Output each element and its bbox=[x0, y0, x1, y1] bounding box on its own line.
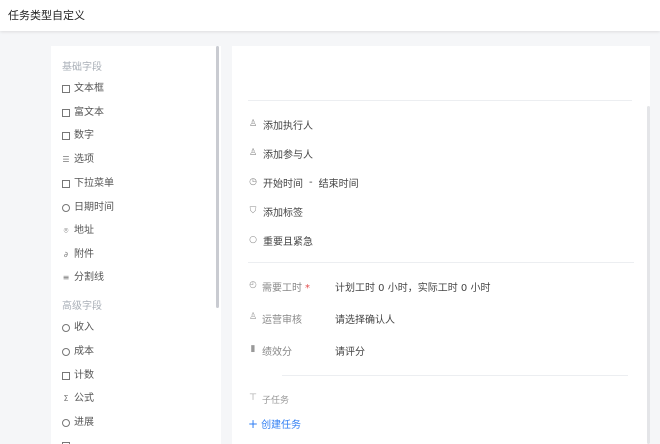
field-item-richtext[interactable]: 富文本 bbox=[62, 104, 104, 122]
review-label: 运营审核 bbox=[262, 315, 302, 326]
field-item-income[interactable]: 收入 bbox=[62, 319, 94, 337]
field-item-label: 附件 bbox=[74, 249, 94, 260]
dropdown-icon bbox=[62, 180, 70, 188]
end-time-label[interactable]: 结束时间 bbox=[319, 175, 359, 190]
subtask-label: 子任务 bbox=[262, 396, 290, 406]
panel-scrollbar[interactable] bbox=[647, 106, 650, 444]
richtext-icon bbox=[62, 109, 70, 117]
field-item-label: 富文本 bbox=[74, 107, 104, 118]
clock-icon: ◷ bbox=[249, 177, 257, 187]
sigma-icon: Σ bbox=[63, 394, 69, 403]
list-icon: ☰ bbox=[62, 155, 70, 164]
field-item-count[interactable]: 计数 bbox=[62, 367, 94, 385]
paperclip-icon: ∂ bbox=[63, 250, 69, 259]
score-input[interactable]: 请评分 bbox=[335, 343, 365, 358]
stopwatch-icon: ◴ bbox=[249, 280, 257, 290]
score-label: 绩效分 bbox=[262, 347, 292, 358]
work-hours-label: 需要工时 * bbox=[262, 283, 310, 294]
sidebar-scrollbar[interactable] bbox=[216, 46, 219, 308]
advanced-fields-heading: 高级字段 bbox=[62, 301, 102, 312]
field-item-label: 地址 bbox=[74, 225, 94, 236]
field-item-attachment[interactable]: ∂ 附件 bbox=[62, 246, 94, 264]
field-item-label: 收入 bbox=[74, 322, 94, 333]
person-icon: ♙ bbox=[248, 312, 258, 322]
field-item-address[interactable]: ⌾ 地址 bbox=[62, 222, 94, 240]
work-hours-value[interactable]: 计划工时 0 小时，实际工时 0 小时 bbox=[335, 279, 490, 294]
field-sidebar: 基础字段 文本框 富文本 数字 ☰ 选项 下拉菜单 日期时间 ⌾ 地址 ∂ 附件… bbox=[51, 46, 221, 444]
basic-fields-heading: 基础字段 bbox=[62, 62, 102, 73]
location-icon: ⌾ bbox=[63, 226, 69, 235]
field-item-options[interactable]: ☰ 选项 bbox=[62, 151, 94, 169]
add-assignee-row[interactable]: ♙ 添加执行人 bbox=[248, 116, 313, 132]
add-assignee-label: 添加执行人 bbox=[263, 120, 313, 132]
progress-icon bbox=[62, 419, 70, 427]
required-mark: * bbox=[305, 283, 310, 294]
add-participant-label: 添加参与人 bbox=[263, 149, 313, 161]
divider bbox=[282, 375, 628, 376]
divider-icon: ≡ bbox=[62, 273, 70, 282]
field-item-cost[interactable]: 成本 bbox=[62, 343, 94, 361]
time-range-row[interactable]: ◷ 开始时间 - 结束时间 bbox=[248, 174, 359, 190]
field-item-label: 成本 bbox=[74, 346, 94, 357]
field-item-label: 文本框 bbox=[74, 83, 104, 94]
field-item-textbox[interactable]: 文本框 bbox=[62, 80, 104, 98]
textbox-icon bbox=[62, 85, 70, 93]
bookmark-icon: ⛉ bbox=[249, 206, 257, 216]
divider bbox=[248, 262, 634, 263]
field-item-label: 数字 bbox=[74, 130, 94, 141]
top-bar: 任务类型自定义 bbox=[0, 0, 660, 31]
review-select[interactable]: 请选择确认人 bbox=[335, 311, 395, 326]
field-item-label: 分割线 bbox=[74, 272, 104, 283]
plus-icon: + bbox=[248, 416, 259, 431]
subtask-icon: ⊤ bbox=[249, 393, 257, 403]
bulb-icon: ○ bbox=[249, 235, 257, 245]
cost-icon bbox=[62, 348, 70, 356]
field-item-dropdown[interactable]: 下拉菜单 bbox=[62, 175, 114, 193]
field-item-partial[interactable] bbox=[62, 437, 74, 444]
field-item-label: 进展 bbox=[74, 417, 94, 428]
field-item-label: 下拉菜单 bbox=[74, 178, 114, 189]
clock-icon bbox=[62, 204, 70, 212]
add-tag-row[interactable]: ⛉ 添加标签 bbox=[248, 203, 303, 219]
number-icon bbox=[62, 132, 70, 140]
field-item-datetime[interactable]: 日期时间 bbox=[62, 199, 114, 217]
task-detail-panel: ♙ 添加执行人 ♙ 添加参与人 ◷ 开始时间 - 结束时间 ⛉ 添加标签 ○ 重… bbox=[232, 46, 650, 444]
field-item-formula[interactable]: Σ 公式 bbox=[62, 390, 94, 408]
counter-icon bbox=[62, 372, 70, 380]
page-title: 任务类型自定义 bbox=[8, 9, 85, 22]
priority-label: 重要且紧急 bbox=[263, 236, 313, 248]
time-separator: - bbox=[309, 176, 313, 188]
divider bbox=[248, 100, 632, 101]
add-participant-row[interactable]: ♙ 添加参与人 bbox=[248, 145, 313, 161]
bar-chart-icon: ▮ bbox=[250, 344, 256, 354]
field-item-number[interactable]: 数字 bbox=[62, 127, 94, 145]
people-icon: ♙ bbox=[248, 148, 258, 158]
create-task-label: 创建任务 bbox=[261, 420, 302, 431]
person-icon: ♙ bbox=[248, 119, 258, 129]
priority-row[interactable]: ○ 重要且紧急 bbox=[248, 232, 313, 248]
field-item-divider[interactable]: ≡ 分割线 bbox=[62, 269, 104, 287]
start-time-label[interactable]: 开始时间 bbox=[263, 175, 303, 190]
field-item-label: 计数 bbox=[74, 370, 94, 381]
field-item-label: 日期时间 bbox=[74, 202, 114, 213]
create-task-button[interactable]: + 创建任务 bbox=[248, 416, 302, 432]
add-tag-label: 添加标签 bbox=[263, 207, 303, 219]
field-item-label: 公式 bbox=[74, 393, 94, 404]
field-item-progress[interactable]: 进展 bbox=[62, 414, 94, 432]
field-item-label: 选项 bbox=[74, 154, 94, 165]
dollar-icon bbox=[62, 324, 70, 332]
